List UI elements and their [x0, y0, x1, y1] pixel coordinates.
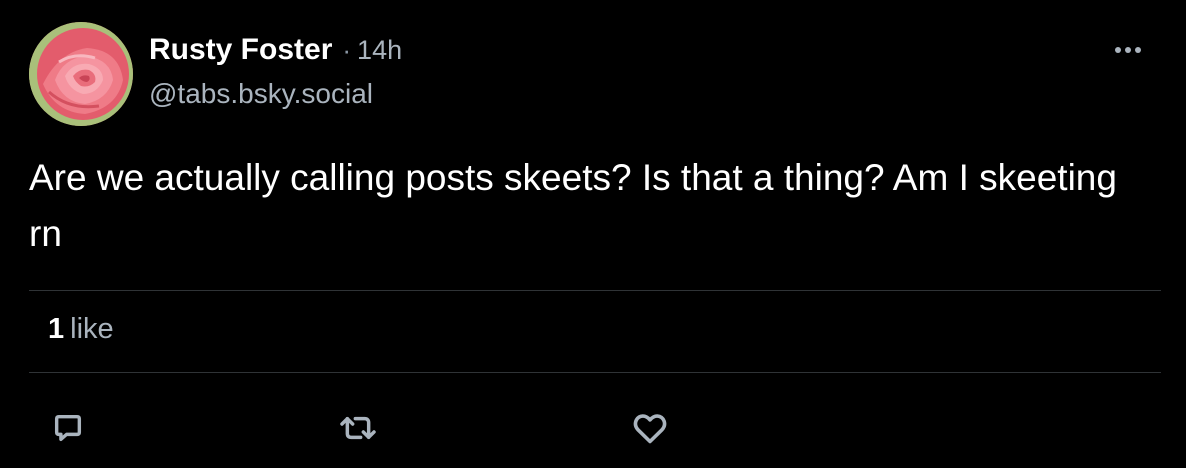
like-count: 1	[48, 313, 65, 345]
ellipsis-icon	[1115, 47, 1141, 53]
avatar[interactable]	[29, 22, 133, 126]
post-card: Rusty Foster · 14h @tabs.bsky.social Are…	[0, 0, 1186, 468]
more-options-button[interactable]	[1108, 36, 1148, 64]
author-line: Rusty Foster · 14h	[149, 33, 402, 77]
post-timestamp[interactable]: 14h	[357, 35, 402, 66]
separator-dot: ·	[342, 35, 352, 65]
speech-bubble-icon	[54, 414, 82, 442]
likes-summary[interactable]: 1 like	[48, 313, 114, 346]
repost-button[interactable]	[334, 408, 382, 448]
reply-button[interactable]	[48, 408, 88, 448]
rose-image	[29, 22, 133, 126]
heart-outline-icon	[633, 414, 667, 444]
post-text: Are we actually calling posts skeets? Is…	[29, 157, 1117, 254]
author-handle[interactable]: @tabs.bsky.social	[149, 78, 373, 110]
like-button[interactable]	[630, 408, 670, 448]
author-display-name[interactable]: Rusty Foster	[149, 33, 332, 67]
divider	[29, 290, 1161, 291]
like-label: like	[70, 313, 114, 345]
repost-arrows-icon	[340, 416, 376, 440]
divider	[29, 372, 1161, 373]
